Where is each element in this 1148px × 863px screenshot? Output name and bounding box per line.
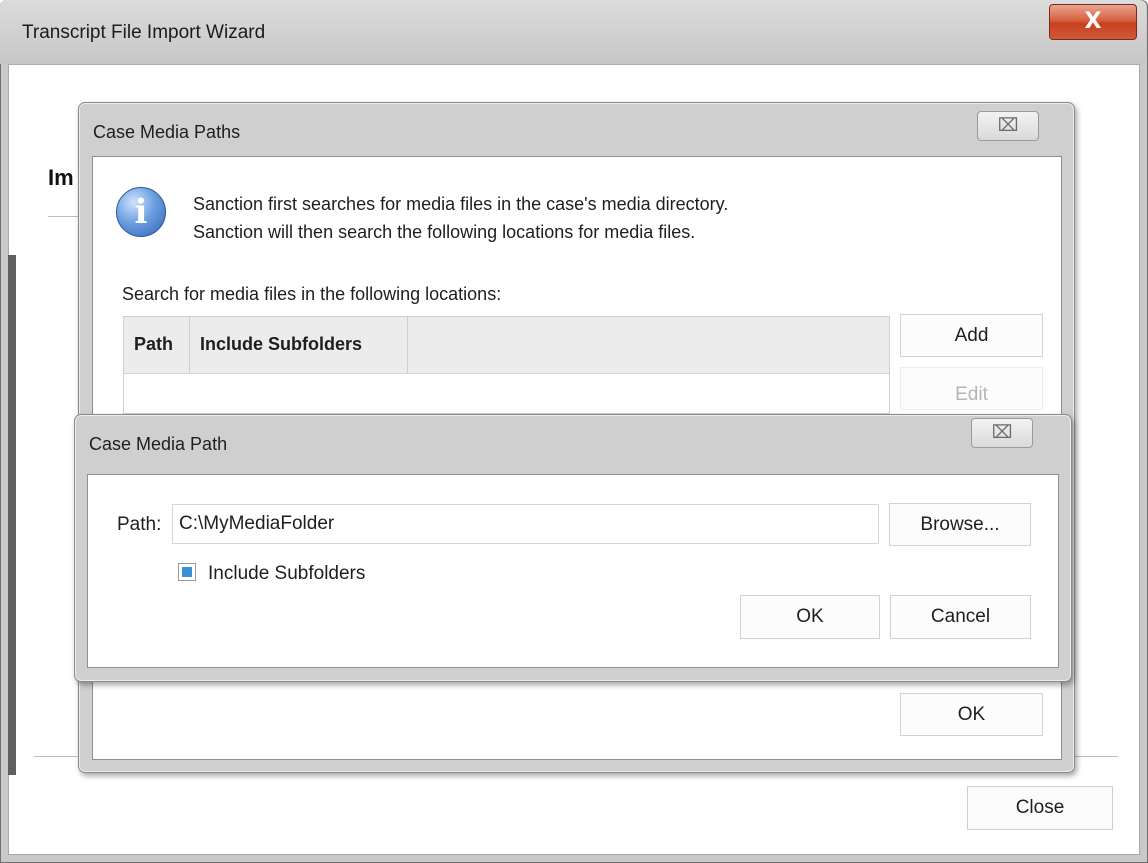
column-header-path[interactable]: Path xyxy=(134,334,173,355)
case-media-paths-title: Case Media Paths xyxy=(93,122,241,142)
close-icon[interactable]: ⌧ xyxy=(971,418,1033,448)
column-divider[interactable] xyxy=(407,317,408,374)
info-text-line2: Sanction will then search the following … xyxy=(193,222,696,242)
include-subfolders-label[interactable]: Include Subfolders xyxy=(208,560,365,588)
column-header-include-subfolders[interactable]: Include Subfolders xyxy=(200,334,362,355)
wizard-title: Transcript File Import Wizard xyxy=(22,22,266,43)
wizard-side-bar xyxy=(8,255,16,775)
browse-button[interactable]: Browse... xyxy=(889,503,1031,546)
cancel-button[interactable]: Cancel xyxy=(890,595,1031,639)
ok-button[interactable]: OK xyxy=(900,693,1043,736)
wizard-close-icon[interactable]: X xyxy=(1049,4,1137,40)
path-label: Path: xyxy=(117,514,162,535)
close-icon[interactable]: ⌧ xyxy=(977,111,1039,141)
locations-label: Search for media files in the following … xyxy=(122,284,502,304)
info-icon: i xyxy=(116,187,166,237)
checkbox-checked-indicator xyxy=(182,567,192,577)
close-button[interactable]: Close xyxy=(967,786,1113,830)
case-media-path-title: Case Media Path xyxy=(89,434,228,454)
path-input[interactable]: C:\MyMediaFolder xyxy=(172,504,879,544)
column-divider[interactable] xyxy=(189,317,190,374)
wizard-page-heading: Im xyxy=(48,165,74,190)
ok-button[interactable]: OK xyxy=(740,595,880,639)
add-button[interactable]: Add xyxy=(900,314,1043,357)
info-text-line1: Sanction first searches for media files … xyxy=(193,194,729,214)
edit-button[interactable]: Edit xyxy=(900,367,1043,410)
